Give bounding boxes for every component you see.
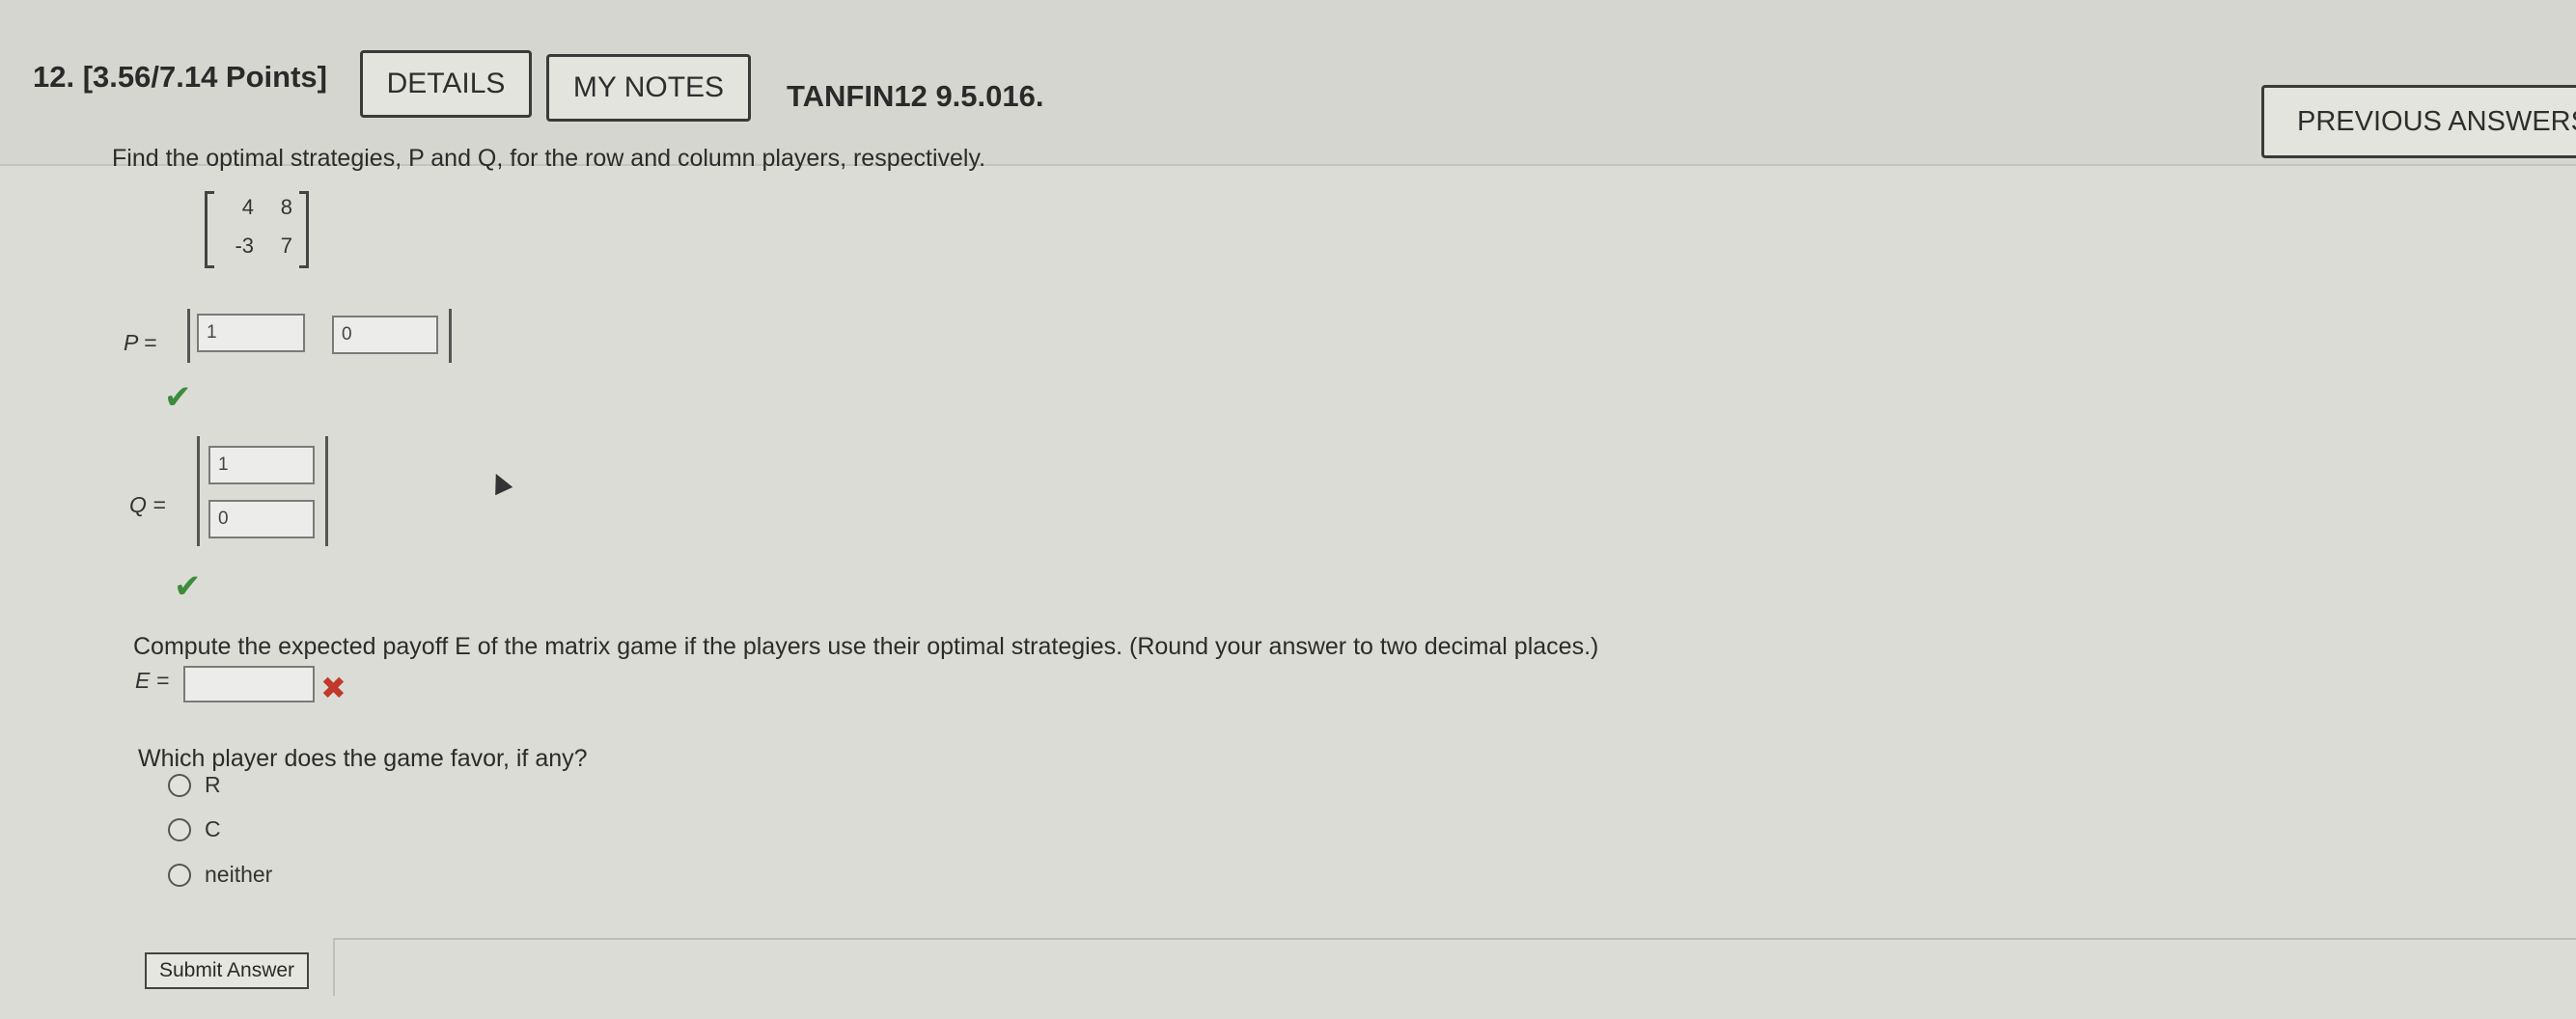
previous-answers-button[interactable]: PREVIOUS ANSWERS	[2261, 85, 2576, 158]
question-prompt: Find the optimal strategies, P and Q, fo…	[112, 145, 986, 172]
matrix-cell: 4	[241, 195, 254, 219]
radio-option-c[interactable]: C	[168, 816, 221, 842]
matrix-cell: 8	[280, 195, 292, 219]
radio-circle-icon[interactable]	[168, 773, 191, 797]
matrix-cell: -3	[235, 234, 254, 258]
radio-label: neither	[205, 862, 273, 887]
divider	[333, 938, 2576, 940]
mouse-cursor-icon	[486, 469, 513, 496]
p1-input[interactable]: 1	[197, 314, 305, 352]
radio-option-r[interactable]: R	[168, 772, 221, 798]
q1-input[interactable]: 1	[208, 446, 315, 484]
question-code: TANFIN12 9.5.016.	[787, 79, 1044, 113]
p2-input[interactable]: 0	[332, 316, 438, 354]
p-label: P =	[124, 330, 157, 355]
e-label: E =	[135, 668, 170, 693]
my-notes-button[interactable]: MY NOTES	[546, 54, 751, 122]
p-correct-check-icon: ✔	[164, 379, 192, 416]
radio-label: C	[205, 816, 221, 841]
radio-circle-icon[interactable]	[168, 817, 191, 841]
radio-option-neither[interactable]: neither	[168, 862, 272, 888]
q-correct-check-icon: ✔	[174, 568, 202, 605]
question-number-points: 12. [3.56/7.14 Points]	[33, 60, 327, 94]
q2-input[interactable]: 0	[208, 500, 315, 538]
e-incorrect-x-icon: ✖	[320, 671, 346, 705]
submit-answer-button[interactable]: Submit Answer	[145, 952, 309, 989]
favor-question: Which player does the game favor, if any…	[138, 745, 588, 772]
divider	[333, 938, 335, 996]
expected-payoff-prompt: Compute the expected payoff E of the mat…	[133, 633, 1599, 660]
matrix-cell: 7	[280, 234, 292, 258]
details-button[interactable]: DETAILS	[360, 50, 532, 118]
q-label: Q =	[129, 492, 166, 517]
e-input[interactable]	[183, 666, 315, 702]
payoff-matrix: 4 8 -3 7	[205, 191, 309, 268]
radio-circle-icon[interactable]	[168, 863, 191, 887]
radio-label: R	[205, 772, 221, 797]
